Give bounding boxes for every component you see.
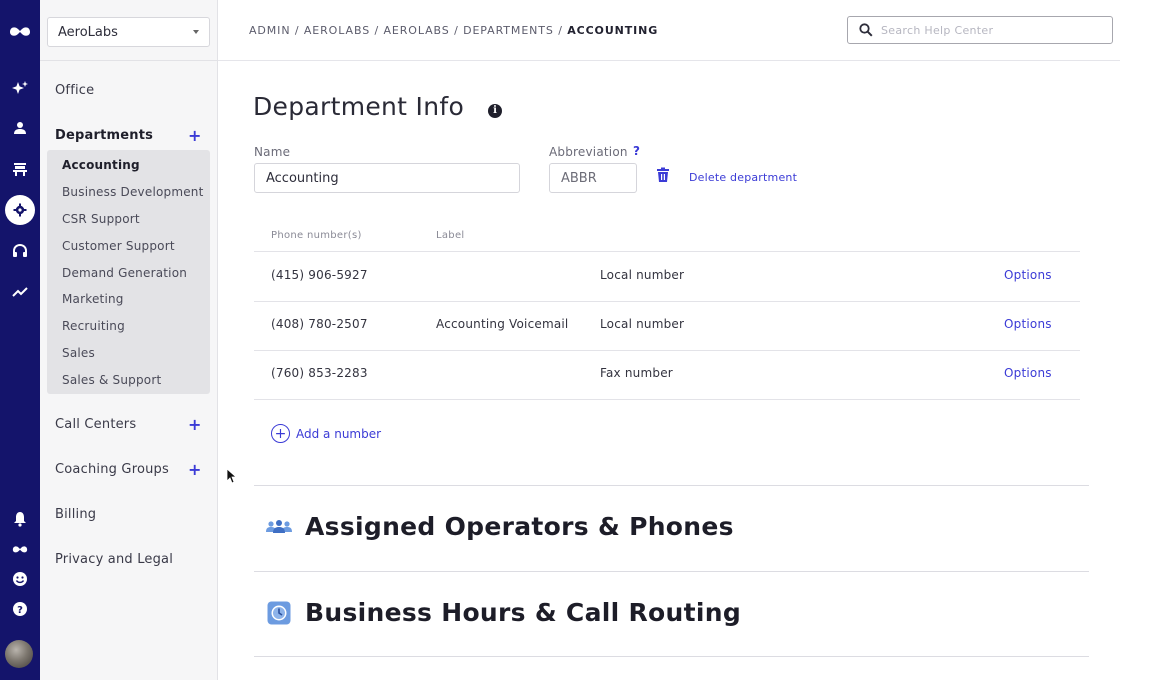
avatar[interactable] bbox=[5, 640, 33, 668]
number-type: Local number bbox=[600, 317, 685, 331]
department-item[interactable]: Demand Generation bbox=[62, 266, 187, 280]
phone-column-header: Phone number(s) bbox=[271, 230, 362, 241]
svg-text:?: ? bbox=[17, 605, 23, 616]
divider bbox=[254, 485, 1089, 486]
trash-icon[interactable] bbox=[656, 167, 670, 183]
add-department-icon[interactable]: + bbox=[188, 128, 201, 144]
abbreviation-label: Abbreviation bbox=[549, 145, 628, 159]
search-input[interactable] bbox=[881, 21, 1101, 39]
add-coaching-group-icon[interactable]: + bbox=[188, 462, 201, 478]
divider bbox=[254, 571, 1089, 572]
breadcrumb: ADMIN / AEROLABS / AEROLABS / DEPARTMENT… bbox=[249, 24, 658, 37]
smiley-icon[interactable] bbox=[0, 564, 40, 594]
clock-icon bbox=[267, 601, 291, 625]
department-item-accounting[interactable]: Accounting bbox=[62, 158, 140, 172]
chevron-down-icon bbox=[193, 30, 199, 34]
user-icon[interactable] bbox=[0, 113, 40, 143]
divider bbox=[254, 656, 1089, 657]
divider bbox=[254, 399, 1080, 400]
name-field[interactable] bbox=[254, 163, 520, 193]
add-call-center-icon[interactable]: + bbox=[188, 417, 201, 433]
settings-icon[interactable] bbox=[0, 195, 40, 225]
operators-section-title[interactable]: Assigned Operators & Phones bbox=[305, 512, 734, 541]
add-number-label: Add a number bbox=[296, 426, 382, 441]
divider bbox=[254, 301, 1080, 302]
sparkle-icon[interactable] bbox=[0, 74, 40, 104]
breadcrumb-path[interactable]: ADMIN / AEROLABS / AEROLABS / DEPARTMENT… bbox=[249, 24, 567, 37]
divider bbox=[254, 251, 1080, 252]
department-item[interactable]: CSR Support bbox=[62, 212, 140, 226]
headset-icon[interactable] bbox=[0, 236, 40, 266]
department-list: Accounting Business Development CSR Supp… bbox=[47, 150, 210, 394]
dialpad-logo-icon[interactable] bbox=[0, 534, 40, 564]
number-type: Local number bbox=[600, 268, 685, 282]
bell-icon[interactable] bbox=[0, 504, 40, 534]
divider bbox=[40, 60, 217, 61]
phone-number: (408) 780-2507 bbox=[271, 317, 368, 331]
phone-number: (760) 853-2283 bbox=[271, 366, 368, 380]
label-column-header: Label bbox=[436, 230, 465, 241]
options-link[interactable]: Options bbox=[1004, 366, 1052, 380]
mouse-cursor-icon bbox=[226, 468, 236, 484]
info-icon[interactable]: i bbox=[488, 104, 502, 118]
nav-item-coaching-groups[interactable]: Coaching Groups bbox=[55, 462, 169, 477]
department-item[interactable]: Customer Support bbox=[62, 239, 175, 253]
options-link[interactable]: Options bbox=[1004, 268, 1052, 282]
plus-circle-icon: + bbox=[271, 424, 290, 443]
nav-item-billing[interactable]: Billing bbox=[55, 507, 96, 522]
breadcrumb-current: ACCOUNTING bbox=[567, 24, 659, 37]
search-box[interactable] bbox=[847, 16, 1113, 44]
nav-item-departments[interactable]: Departments bbox=[55, 128, 153, 143]
add-number-button[interactable]: + Add a number bbox=[271, 424, 381, 443]
department-item[interactable]: Sales bbox=[62, 346, 95, 360]
delete-department-link[interactable]: Delete department bbox=[689, 171, 797, 184]
help-icon[interactable]: ? bbox=[0, 594, 40, 624]
settings-nav: AeroLabs Office Departments + Accounting… bbox=[40, 0, 218, 680]
nav-item-privacy[interactable]: Privacy and Legal bbox=[55, 552, 173, 567]
department-item[interactable]: Business Development bbox=[62, 185, 204, 199]
abbreviation-field[interactable] bbox=[549, 163, 637, 193]
nav-item-call-centers[interactable]: Call Centers bbox=[55, 417, 136, 432]
number-type: Fax number bbox=[600, 366, 673, 380]
search-icon bbox=[859, 23, 873, 37]
operators-group-icon bbox=[266, 520, 292, 533]
department-item[interactable]: Marketing bbox=[62, 292, 124, 306]
top-bar: ADMIN / AEROLABS / AEROLABS / DEPARTMENT… bbox=[218, 0, 1120, 61]
analytics-icon[interactable] bbox=[0, 277, 40, 307]
phone-number: (415) 906-5927 bbox=[271, 268, 368, 282]
nav-item-office[interactable]: Office bbox=[55, 83, 94, 98]
department-item[interactable]: Recruiting bbox=[62, 319, 125, 333]
organization-select-value: AeroLabs bbox=[58, 25, 118, 40]
name-label: Name bbox=[254, 145, 291, 159]
icon-rail: ? bbox=[0, 0, 40, 680]
options-link[interactable]: Options bbox=[1004, 317, 1052, 331]
office-icon[interactable] bbox=[0, 154, 40, 184]
abbreviation-help-icon[interactable]: ? bbox=[633, 144, 640, 158]
organization-select[interactable]: AeroLabs bbox=[47, 17, 210, 47]
dialpad-logo-icon[interactable] bbox=[0, 16, 40, 46]
page-title: Department Info bbox=[253, 92, 465, 121]
divider bbox=[254, 350, 1080, 351]
hours-section-title[interactable]: Business Hours & Call Routing bbox=[305, 598, 741, 627]
number-label: Accounting Voicemail bbox=[436, 317, 569, 331]
department-item[interactable]: Sales & Support bbox=[62, 373, 161, 387]
